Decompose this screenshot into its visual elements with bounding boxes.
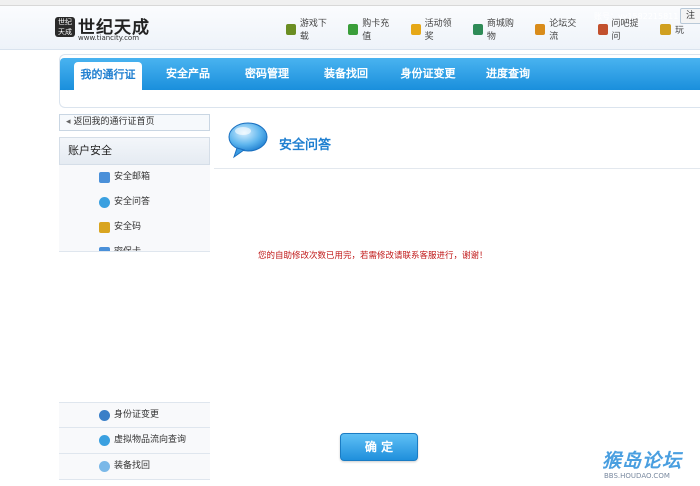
confirm-button[interactable]: 确 定 <box>340 433 418 461</box>
sidebar-item-security-code[interactable]: 安全码 <box>59 215 210 241</box>
play-icon <box>659 23 671 35</box>
top-link-label: 购卡充值 <box>362 19 390 42</box>
page-title: 安全问答 <box>279 138 332 153</box>
sidebar-item-secure-email[interactable]: 安全邮箱 <box>59 165 210 191</box>
sidebar-item-id-change[interactable]: 身份证变更 <box>59 402 210 428</box>
account-label: 账号：yy1582215811 <box>594 12 679 21</box>
main-nav: 我的通行证 安全产品 密码管理 装备找回 身份证变更 进度查询 <box>60 58 700 90</box>
forum-icon <box>535 23 546 35</box>
sidebar-section-title: 账户安全 <box>59 137 210 165</box>
sidebar-item-virtual-goods-query[interactable]: 虚拟物品流向查询 <box>59 428 210 454</box>
user-icon <box>99 410 110 421</box>
tab-security-products[interactable]: 安全产品 <box>158 58 218 90</box>
lock-icon <box>99 222 110 233</box>
sidebar-item-label: 虚拟物品流向查询 <box>114 435 187 445</box>
cart-icon <box>472 23 483 35</box>
sidebar-item-mibao-card[interactable]: 密保卡 <box>59 240 210 252</box>
top-link-label: 游戏下载 <box>299 19 327 42</box>
top-link-label: 玩 <box>674 25 684 36</box>
sidebar-blank-area <box>59 252 210 402</box>
card-icon <box>348 23 359 35</box>
top-link-download[interactable]: 游戏下载 <box>286 19 332 42</box>
top-link-recharge[interactable]: 购卡充值 <box>348 19 394 42</box>
error-message: 您的自助修改次数已用完，若需修改请联系客服进行，谢谢！ <box>258 251 488 261</box>
watermark-text: 猴岛论坛 <box>602 450 683 472</box>
speech-bubble-icon <box>228 122 268 159</box>
top-link-label: 商城购物 <box>486 19 514 42</box>
back-to-passport-link[interactable]: ◂ 返回我的通行证首页 <box>59 114 210 131</box>
page-root: 世纪 天成 世纪天成 www.tiancity.com 游戏下载 购卡充值 活动领… <box>0 0 700 486</box>
refresh-icon <box>99 435 110 446</box>
tab-my-passport[interactable]: 我的通行证 <box>74 62 142 90</box>
mail-icon <box>99 172 110 183</box>
logo-seal-icon: 世纪 天成 <box>55 17 75 37</box>
tab-id-change[interactable]: 身份证变更 <box>392 58 464 90</box>
watermark: 猴岛论坛 BBS.HOUDAO.COM <box>602 446 696 486</box>
sidebar-item-label: 安全问答 <box>114 197 151 207</box>
top-link-rewards[interactable]: 活动领奖 <box>410 19 457 42</box>
watermark-url: BBS.HOUDAO.COM <box>604 472 670 480</box>
question-icon <box>597 23 608 35</box>
tab-progress-query[interactable]: 进度查询 <box>478 58 538 90</box>
site-logo[interactable]: 世纪 天成 世纪天成 www.tiancity.com <box>55 13 155 45</box>
sidebar-item-label: 身份证变更 <box>114 410 160 420</box>
top-link-forum[interactable]: 论坛交流 <box>535 19 581 42</box>
back-link-label: 返回我的通行证首页 <box>73 117 155 127</box>
sidebar-item-label: 密保卡 <box>114 247 142 252</box>
gift-icon <box>410 23 421 35</box>
sidebar-item-label: 安全码 <box>114 222 142 232</box>
arrow-left-icon: ◂ <box>66 117 71 127</box>
chat-icon <box>99 197 110 208</box>
download-icon <box>286 23 296 35</box>
sidebar-item-label: 安全邮箱 <box>114 172 151 182</box>
top-link-ask[interactable]: 问吧提问 <box>597 19 644 42</box>
tab-equipment-recovery[interactable]: 装备找回 <box>316 58 376 90</box>
sidebar-item-equipment-recovery[interactable]: 装备找回 <box>59 454 210 480</box>
logout-button[interactable]: 注 <box>680 8 700 24</box>
bulb-icon <box>99 461 110 472</box>
top-link-label: 论坛交流 <box>549 19 577 42</box>
top-links: 游戏下载 购卡充值 活动领奖 商城购物 论坛交流 问吧提问 玩 <box>286 19 700 42</box>
sidebar-item-secure-qa[interactable]: 安全问答 <box>59 190 210 216</box>
logo-url: www.tiancity.com <box>78 34 140 42</box>
top-link-label: 活动领奖 <box>424 19 452 42</box>
tab-password-management[interactable]: 密码管理 <box>237 58 297 90</box>
sidebar-item-label: 装备找回 <box>114 461 151 471</box>
top-link-shop[interactable]: 商城购物 <box>472 19 519 42</box>
